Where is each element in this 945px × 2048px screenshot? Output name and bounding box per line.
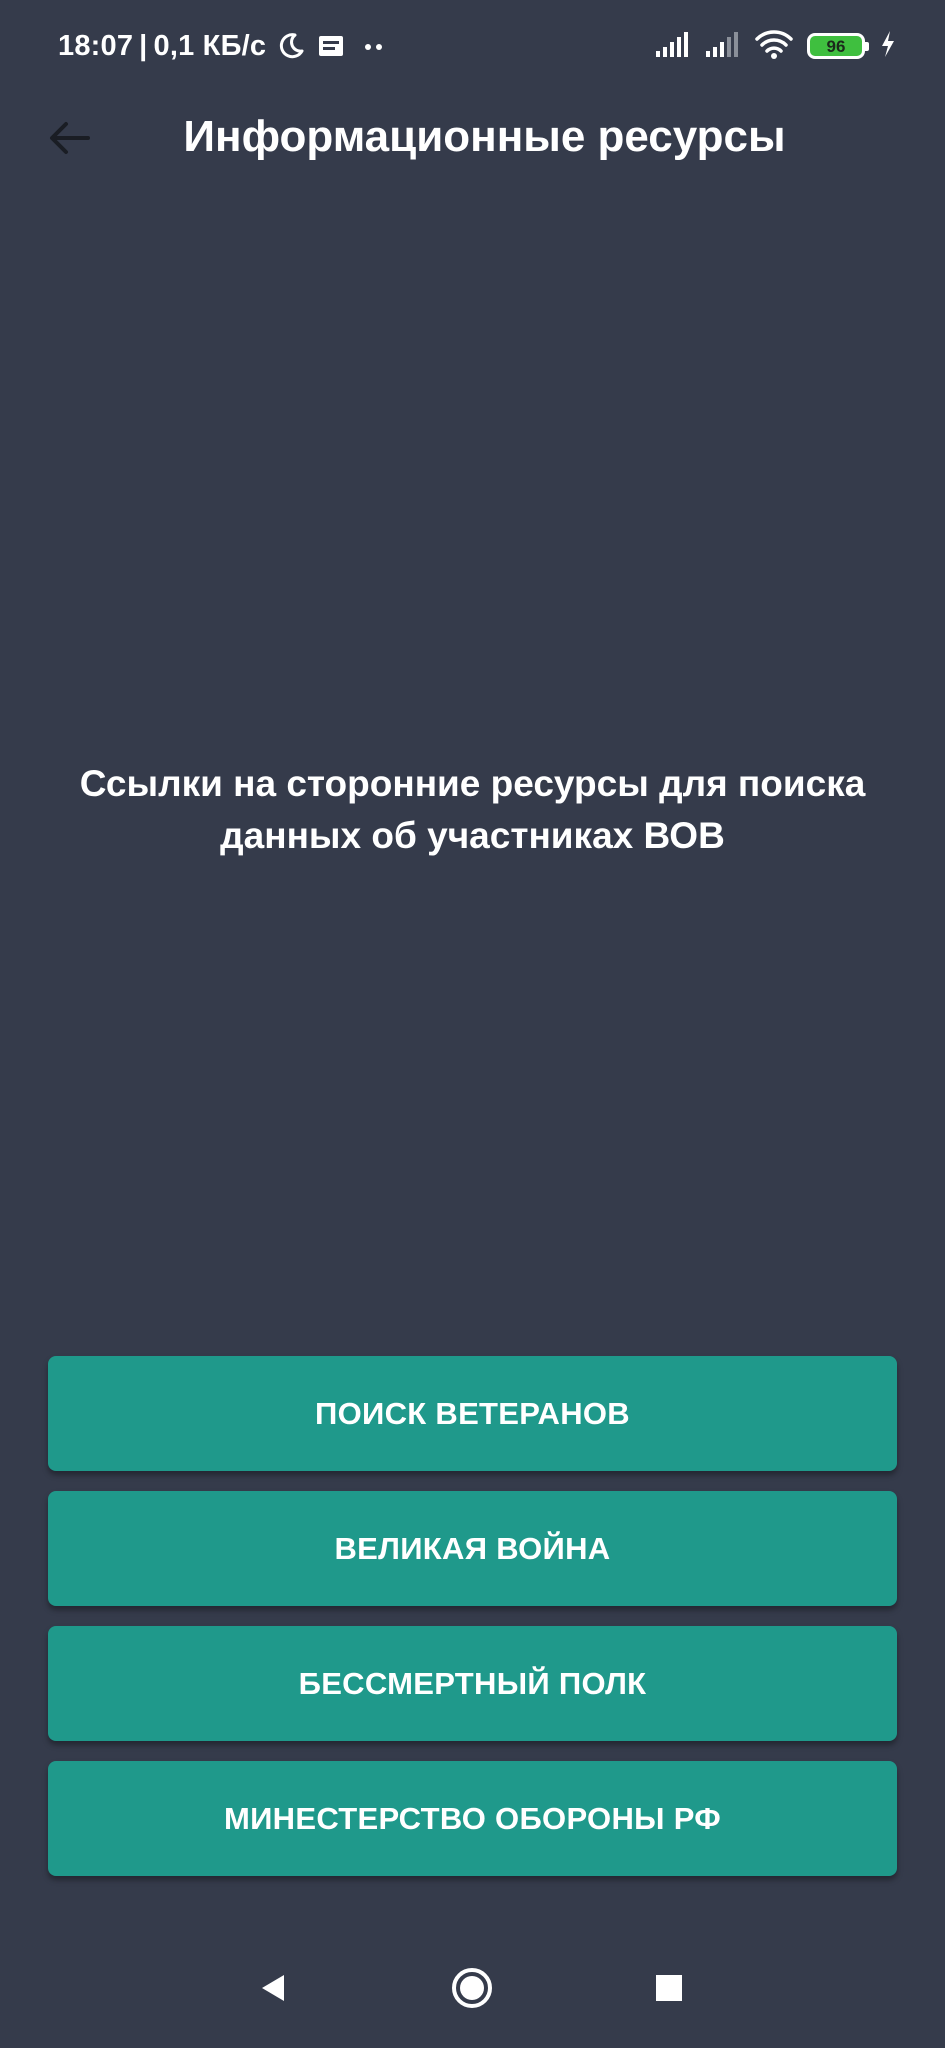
search-veterans-button[interactable]: ПОИСК ВЕТЕРАНОВ — [48, 1356, 897, 1471]
nav-recents-button[interactable] — [639, 1960, 699, 2020]
description-text: Ссылки на сторонние ресурсы для поиска д… — [79, 763, 866, 856]
charging-icon — [879, 29, 897, 64]
battery-icon: 96 — [807, 33, 869, 59]
page-title: Информационные ресурсы — [183, 112, 786, 161]
wifi-icon — [755, 28, 793, 65]
status-bar: 18:07 | 0,1 КБ/с 96 — [0, 0, 945, 88]
great-war-button[interactable]: ВЕЛИКАЯ ВОЙНА — [48, 1491, 897, 1606]
home-circle-icon — [450, 1966, 494, 2015]
notification-icon — [316, 31, 346, 61]
battery-level: 96 — [826, 36, 846, 56]
app-bar: Информационные ресурсы — [0, 88, 945, 196]
signal-icon — [705, 29, 741, 64]
nav-back-button[interactable] — [243, 1960, 303, 2020]
back-triangle-icon — [256, 1971, 290, 2010]
moon-icon — [276, 31, 306, 61]
network-speed: 0,1 КБ/с — [153, 29, 267, 62]
ministry-of-defense-button[interactable]: МИНЕСТЕРСТВО ОБОРОНЫ РФ — [48, 1761, 897, 1876]
status-separator: | — [139, 29, 148, 62]
status-right: 96 — [641, 26, 897, 66]
more-dots-icon — [362, 31, 386, 61]
signal-icon — [655, 29, 691, 64]
status-left: 18:07 | 0,1 КБ/с — [58, 26, 386, 66]
nav-home-button[interactable] — [442, 1960, 502, 2020]
recents-square-icon — [653, 1972, 685, 2009]
immortal-regiment-button[interactable]: БЕССМЕРТНЫЙ ПОЛК — [48, 1626, 897, 1741]
navigation-bar — [0, 1930, 945, 2048]
resource-buttons: ПОИСК ВЕТЕРАНОВ ВЕЛИКАЯ ВОЙНА БЕССМЕРТНЫ… — [48, 1356, 897, 1896]
status-time: 18:07 — [58, 29, 134, 62]
